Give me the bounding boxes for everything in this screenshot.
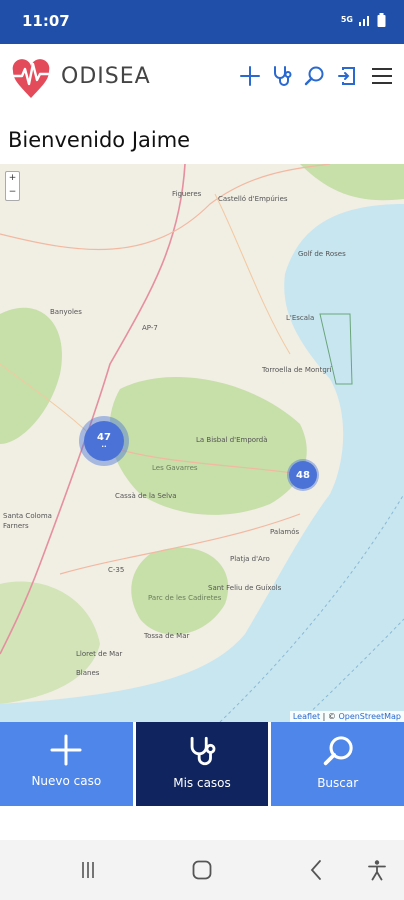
map-label: Parc de les Cadiretes (148, 594, 222, 602)
map-label: La Bisbal d'Empordà (196, 436, 268, 444)
accessibility-icon (368, 860, 386, 881)
stethoscope-icon (190, 736, 216, 766)
my-cases-label: Mis casos (173, 776, 231, 790)
cluster-count: 47 ·· (84, 421, 124, 461)
logout-icon (338, 67, 355, 85)
map-label: Golf de Roses (298, 250, 346, 258)
openstreetmap-link[interactable]: OpenStreetMap (338, 712, 401, 721)
cluster-count-sub: ·· (101, 442, 107, 451)
map-label: Santa Coloma (3, 512, 52, 520)
network-5g-icon: 5G (340, 15, 353, 24)
map-label: L'Escala (286, 314, 315, 322)
zoom-control: + − (5, 171, 20, 201)
add-icon (240, 66, 260, 86)
map-label: Palamós (270, 528, 300, 536)
my-cases-button[interactable] (268, 62, 296, 90)
add-case-button[interactable] (236, 62, 264, 90)
zoom-in-button[interactable]: + (6, 172, 19, 186)
status-time: 11:07 (22, 12, 70, 30)
status-icons: 5G (341, 13, 386, 27)
map-label: Castelló d'Empúries (218, 195, 288, 203)
back-button[interactable] (303, 858, 329, 882)
map-attribution: Leaflet | © OpenStreetMap (289, 711, 404, 722)
map-label: Torroella de Montgrí (262, 366, 332, 374)
search-icon (323, 736, 353, 766)
search-cases-button[interactable]: Buscar (271, 722, 404, 806)
new-case-label: Nuevo caso (31, 774, 102, 788)
search-button[interactable] (300, 62, 328, 90)
system-navigation-bar (0, 840, 404, 900)
recent-apps-button[interactable] (75, 858, 101, 882)
map-label: AP-7 (142, 324, 158, 332)
search-icon (304, 66, 324, 86)
signal-icon (359, 16, 369, 26)
home-icon (192, 860, 212, 880)
map-label: Les Gavarres (152, 464, 198, 472)
my-cases-tab-button[interactable]: Mis casos (135, 722, 269, 806)
map-label: Banyoles (50, 308, 82, 316)
accessibility-button[interactable] (364, 858, 390, 882)
app-header: ODISEA (0, 44, 404, 110)
leaflet-link[interactable]: Leaflet (293, 712, 320, 721)
menu-button[interactable] (368, 62, 396, 90)
map-label: Blanes (76, 669, 100, 677)
recent-apps-icon (82, 862, 94, 878)
zoom-out-button[interactable]: − (6, 186, 19, 200)
odisea-logo-icon (12, 59, 50, 98)
map-label: Figueres (172, 190, 202, 198)
cluster-count-value: 48 (296, 469, 310, 481)
map-label: Platja d'Aro (230, 555, 270, 563)
case-cluster-marker[interactable]: 48 (287, 459, 319, 491)
map-label: Tossa de Mar (144, 632, 190, 640)
welcome-heading: Bienvenido Jaime (8, 128, 191, 152)
case-cluster-marker[interactable]: 47 ·· (79, 416, 129, 466)
new-case-button[interactable]: Nuevo caso (0, 722, 133, 806)
search-label: Buscar (317, 776, 359, 790)
plus-icon (50, 734, 82, 766)
cases-map[interactable]: + − Figueres Castelló d'Empúries Banyole… (0, 164, 404, 722)
stethoscope-icon (274, 66, 292, 86)
battery-icon (377, 13, 386, 27)
map-label: Cassà de la Selva (115, 492, 177, 500)
map-label: C-35 (108, 566, 125, 574)
action-bar: Nuevo caso Mis casos Buscar (0, 722, 404, 806)
cluster-count-value: 47 (97, 431, 111, 443)
cluster-count: 48 (289, 461, 317, 489)
back-icon (310, 860, 321, 880)
brand-name: ODISEA (61, 64, 151, 89)
logout-button[interactable] (333, 62, 361, 90)
map-label: Lloret de Mar (76, 650, 123, 658)
attribution-separator: | © (320, 712, 339, 721)
status-bar: 11:07 5G (0, 0, 404, 44)
menu-icon (372, 68, 392, 84)
map-label: Farners (3, 522, 29, 530)
map-label: Sant Feliu de Guíxols (208, 584, 282, 592)
home-button[interactable] (189, 858, 215, 882)
